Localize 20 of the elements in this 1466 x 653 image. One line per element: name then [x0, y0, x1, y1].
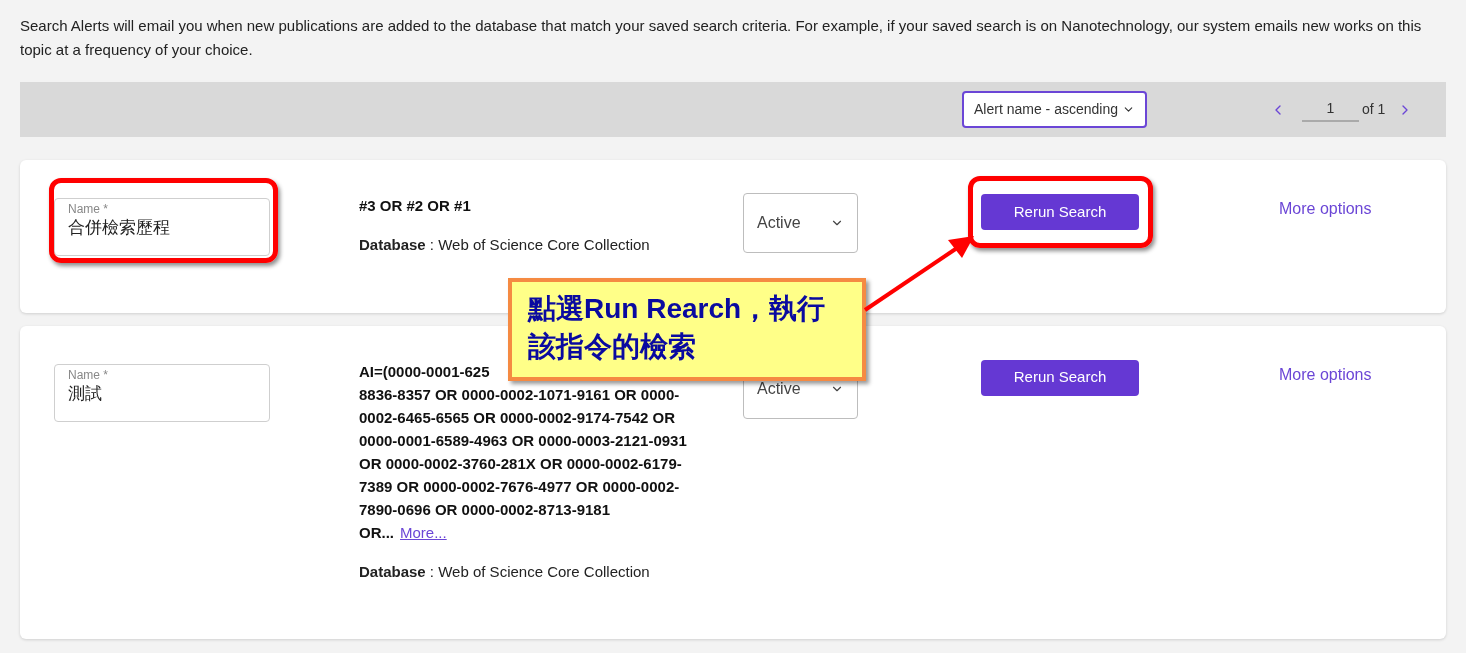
rerun-search-button[interactable]: Rerun Search [981, 194, 1139, 230]
query-text: #3 OR #2 OR #1 [359, 196, 472, 216]
rerun-search-button[interactable]: Rerun Search [981, 359, 1139, 396]
database-text: Database : Web of Science Core Collection [359, 561, 651, 582]
field-label: Name * [68, 201, 109, 217]
field-value: 測試 [68, 382, 103, 405]
page-count: of 1 [1361, 100, 1386, 119]
more-options-link[interactable]: More options [1279, 197, 1372, 221]
database-text: Database : Web of Science Core Collection [359, 235, 651, 255]
more-options-link[interactable]: More options [1279, 362, 1372, 387]
sort-select[interactable]: Alert name - ascending [962, 91, 1147, 128]
field-value: 合併檢索歷程 [68, 217, 171, 239]
status-select[interactable]: Active [743, 193, 858, 253]
intro-text: Search Alerts will email you when new publications are added to the database that match your saved search criteria. For example, if your saved search is on Nanotechnology, our system emails new works on this topic at a frequency of your choice. [19, 16, 1423, 60]
more-link[interactable]: More... [400, 523, 447, 541]
name-field[interactable]: Name * 合併檢索歷程 [54, 198, 270, 256]
callout-tooltip: 點選Run Rearch，執行該指令的檢索 [508, 278, 866, 381]
name-field[interactable]: Name * 測試 [54, 363, 270, 422]
field-label: Name * [68, 366, 109, 383]
page-field[interactable]: 1 [1301, 97, 1359, 122]
